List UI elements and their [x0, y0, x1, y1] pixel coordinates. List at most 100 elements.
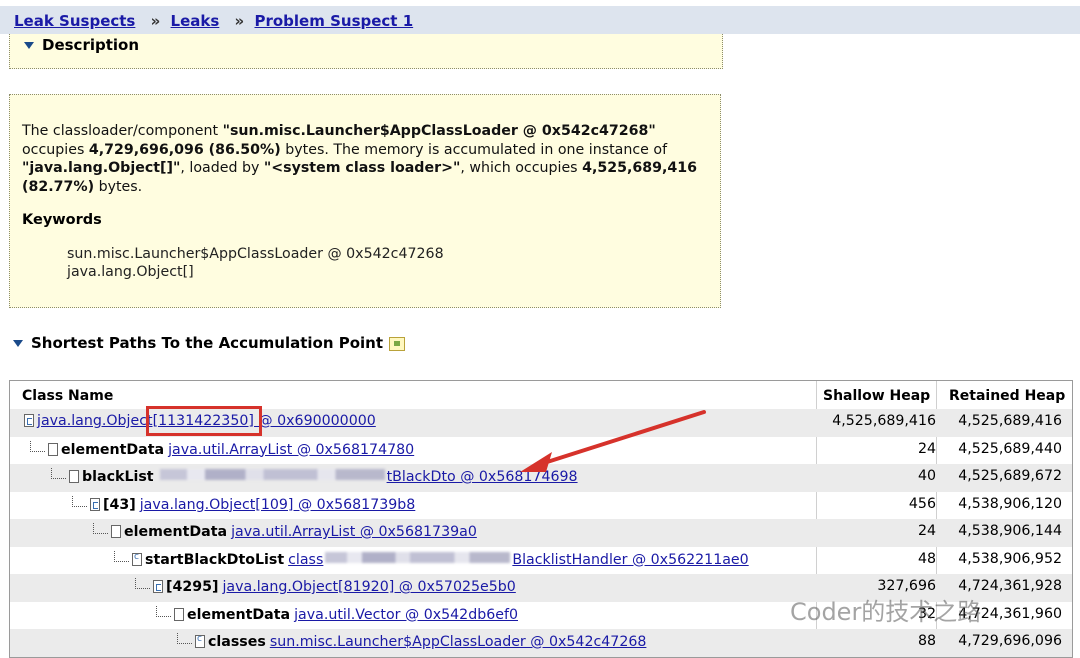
breadcrumb-separator: » — [234, 12, 245, 30]
tree-connector — [156, 605, 171, 617]
watermark: Coder的技术之路 — [790, 598, 982, 626]
breadcrumb-separator: » — [150, 12, 161, 30]
class-name-cell: [4295] java.lang.Object[81920] @ 0x57025e… — [135, 578, 516, 595]
highlight-box — [146, 406, 262, 436]
shallow-heap-cell: 88 — [917, 633, 936, 649]
retained-heap-cell: 4,538,906,120 — [958, 495, 1062, 512]
summary-text: occupies — [22, 141, 89, 158]
tree-connector — [177, 633, 192, 644]
retained-heap-cell: 4,525,689,416 — [958, 413, 1062, 429]
class-name-cell: elementData java.util.Vector @ 0x542db6ef… — [156, 605, 518, 623]
tree-connector — [93, 523, 108, 534]
keyword-item: sun.misc.Launcher$AppClassLoader @ 0x542… — [67, 246, 444, 262]
class-name-cell: startBlackDtoListclass BlacklistHandler @… — [114, 550, 749, 568]
summary-text: The classloader/component — [22, 123, 223, 139]
redacted-class-name — [159, 469, 385, 480]
class-name-cell: [43] java.lang.Object[109] @ 0x5681739b8 — [72, 495, 416, 513]
breadcrumb-leak-suspects[interactable]: Leak Suspects — [14, 12, 135, 30]
field-label: classes — [208, 634, 266, 650]
class-name-cell: elementData java.util.ArrayList @ 0x56817… — [30, 440, 414, 458]
classloader-name: "sun.misc.Launcher$AppClassLoader @ 0x54… — [222, 123, 656, 139]
occupied-bytes: 4,729,696,096 (86.50%) — [88, 141, 281, 158]
object-link[interactable]: tBlackDto @ 0x568174698 — [387, 469, 578, 485]
tree-connector — [114, 550, 129, 562]
retained-heap-cell: 4,729,696,096 — [958, 633, 1062, 649]
table-row[interactable]: startBlackDtoListclass BlacklistHandler @… — [10, 547, 1072, 575]
column-retained-heap[interactable]: Retained Heap — [949, 388, 1065, 404]
table-row[interactable]: elementData java.util.ArrayList @ 0x56817… — [10, 437, 1072, 465]
field-label: [43] — [103, 496, 136, 513]
paths-section-toggle[interactable]: Shortest Paths To the Accumulation Point — [13, 334, 406, 352]
object-icon — [69, 470, 79, 483]
loader-name: "<system class loader>" — [263, 160, 461, 177]
object-link[interactable]: java.util.Vector @ 0x542db6ef0 — [294, 607, 518, 623]
class-name-cell: classessun.misc.Launcher$AppClassLoader … — [177, 633, 646, 650]
summary-text: , which occupies — [460, 160, 583, 177]
keyword-item: java.lang.Object[] — [67, 264, 194, 280]
retained-heap-cell: 4,538,906,144 — [958, 523, 1062, 539]
object-icon — [174, 607, 184, 621]
table-row[interactable]: elementData java.util.ArrayList @ 0x56817… — [10, 519, 1072, 547]
tree-connector — [135, 578, 150, 589]
summary-text: , loaded by — [180, 160, 264, 177]
shallow-heap-cell: 24 — [917, 440, 936, 457]
retained-heap-cell: 4,525,689,672 — [958, 468, 1062, 484]
details-icon[interactable] — [389, 336, 406, 351]
object-link[interactable]: java.lang.Object[81920] @ 0x57025e5b0 — [222, 579, 515, 595]
field-label: elementData — [61, 441, 165, 458]
table-row[interactable]: classessun.misc.Launcher$AppClassLoader … — [10, 629, 1072, 657]
retained-heap-cell: 4,538,906,952 — [958, 550, 1062, 567]
breadcrumb-bar: Leak Suspects » Leaks » Problem Suspect … — [0, 6, 1080, 34]
array-icon — [153, 580, 163, 593]
column-shallow-heap[interactable]: Shallow Heap — [823, 388, 930, 404]
shallow-heap-cell: 4,525,689,416 — [832, 413, 936, 429]
summary-text: bytes. The memory is accumulated in one … — [280, 141, 668, 158]
shallow-heap-cell: 48 — [917, 550, 936, 567]
shallow-heap-cell: 24 — [917, 523, 936, 539]
field-label: blackList — [82, 469, 154, 485]
retained-heap-cell: 4,525,689,440 — [958, 440, 1062, 457]
suspect-summary: The classloader/component "sun.misc.Laun… — [22, 122, 712, 196]
instance-class: "java.lang.Object[]" — [22, 160, 181, 177]
description-toggle[interactable]: Description — [24, 36, 139, 54]
table-header: Class Name Shallow Heap Retained Heap — [10, 381, 1072, 408]
object-link[interactable]: BlacklistHandler @ 0x562211ae0 — [512, 552, 748, 568]
class-name-cell: blackList tBlackDto @ 0x568174698 — [51, 468, 578, 485]
field-label: elementData — [124, 524, 228, 540]
field-label: [4295] — [166, 579, 219, 595]
array-icon — [90, 497, 100, 511]
redacted-class-name — [325, 551, 511, 563]
object-link[interactable]: java.lang.Object[109] @ 0x5681739b8 — [140, 497, 416, 513]
breadcrumb-problem-suspect[interactable]: Problem Suspect 1 — [254, 12, 413, 30]
description-heading: Description — [42, 36, 140, 54]
array-icon — [24, 414, 34, 427]
class-icon — [132, 552, 142, 566]
field-label: elementData — [187, 606, 291, 623]
object-link[interactable]: sun.misc.Launcher$AppClassLoader @ 0x542… — [270, 634, 647, 650]
tree-connector — [51, 468, 66, 479]
shallow-heap-cell: 40 — [917, 468, 936, 484]
table-row[interactable]: blackList tBlackDto @ 0x568174698 40 4,52… — [10, 464, 1072, 492]
tree-connector — [72, 495, 87, 507]
object-icon — [48, 442, 58, 456]
object-link[interactable]: java.util.ArrayList @ 0x5681739a0 — [231, 524, 477, 540]
column-class-name[interactable]: Class Name — [22, 388, 113, 404]
collapse-triangle-icon[interactable] — [24, 42, 34, 49]
suspect-info-panel: The classloader/component "sun.misc.Laun… — [9, 94, 721, 308]
breadcrumb-leaks[interactable]: Leaks — [171, 12, 220, 30]
breadcrumb: Leak Suspects » Leaks » Problem Suspect … — [14, 12, 413, 30]
shallow-heap-cell: 456 — [908, 495, 936, 512]
tree-connector — [30, 440, 45, 452]
class-link-prefix[interactable]: class — [288, 552, 323, 568]
table-row[interactable]: [43] java.lang.Object[109] @ 0x5681739b8 … — [10, 492, 1072, 520]
summary-text: bytes. — [94, 178, 143, 195]
collapse-triangle-icon[interactable] — [13, 340, 23, 347]
description-panel: Description — [9, 34, 723, 69]
class-icon — [195, 634, 205, 648]
keywords-title: Keywords — [22, 212, 102, 228]
paths-heading: Shortest Paths To the Accumulation Point — [31, 334, 384, 352]
object-link[interactable]: java.util.ArrayList @ 0x568174780 — [168, 442, 414, 458]
class-name-cell: elementData java.util.ArrayList @ 0x56817… — [93, 523, 477, 540]
field-label: startBlackDtoList — [145, 551, 285, 568]
object-icon — [111, 525, 121, 538]
